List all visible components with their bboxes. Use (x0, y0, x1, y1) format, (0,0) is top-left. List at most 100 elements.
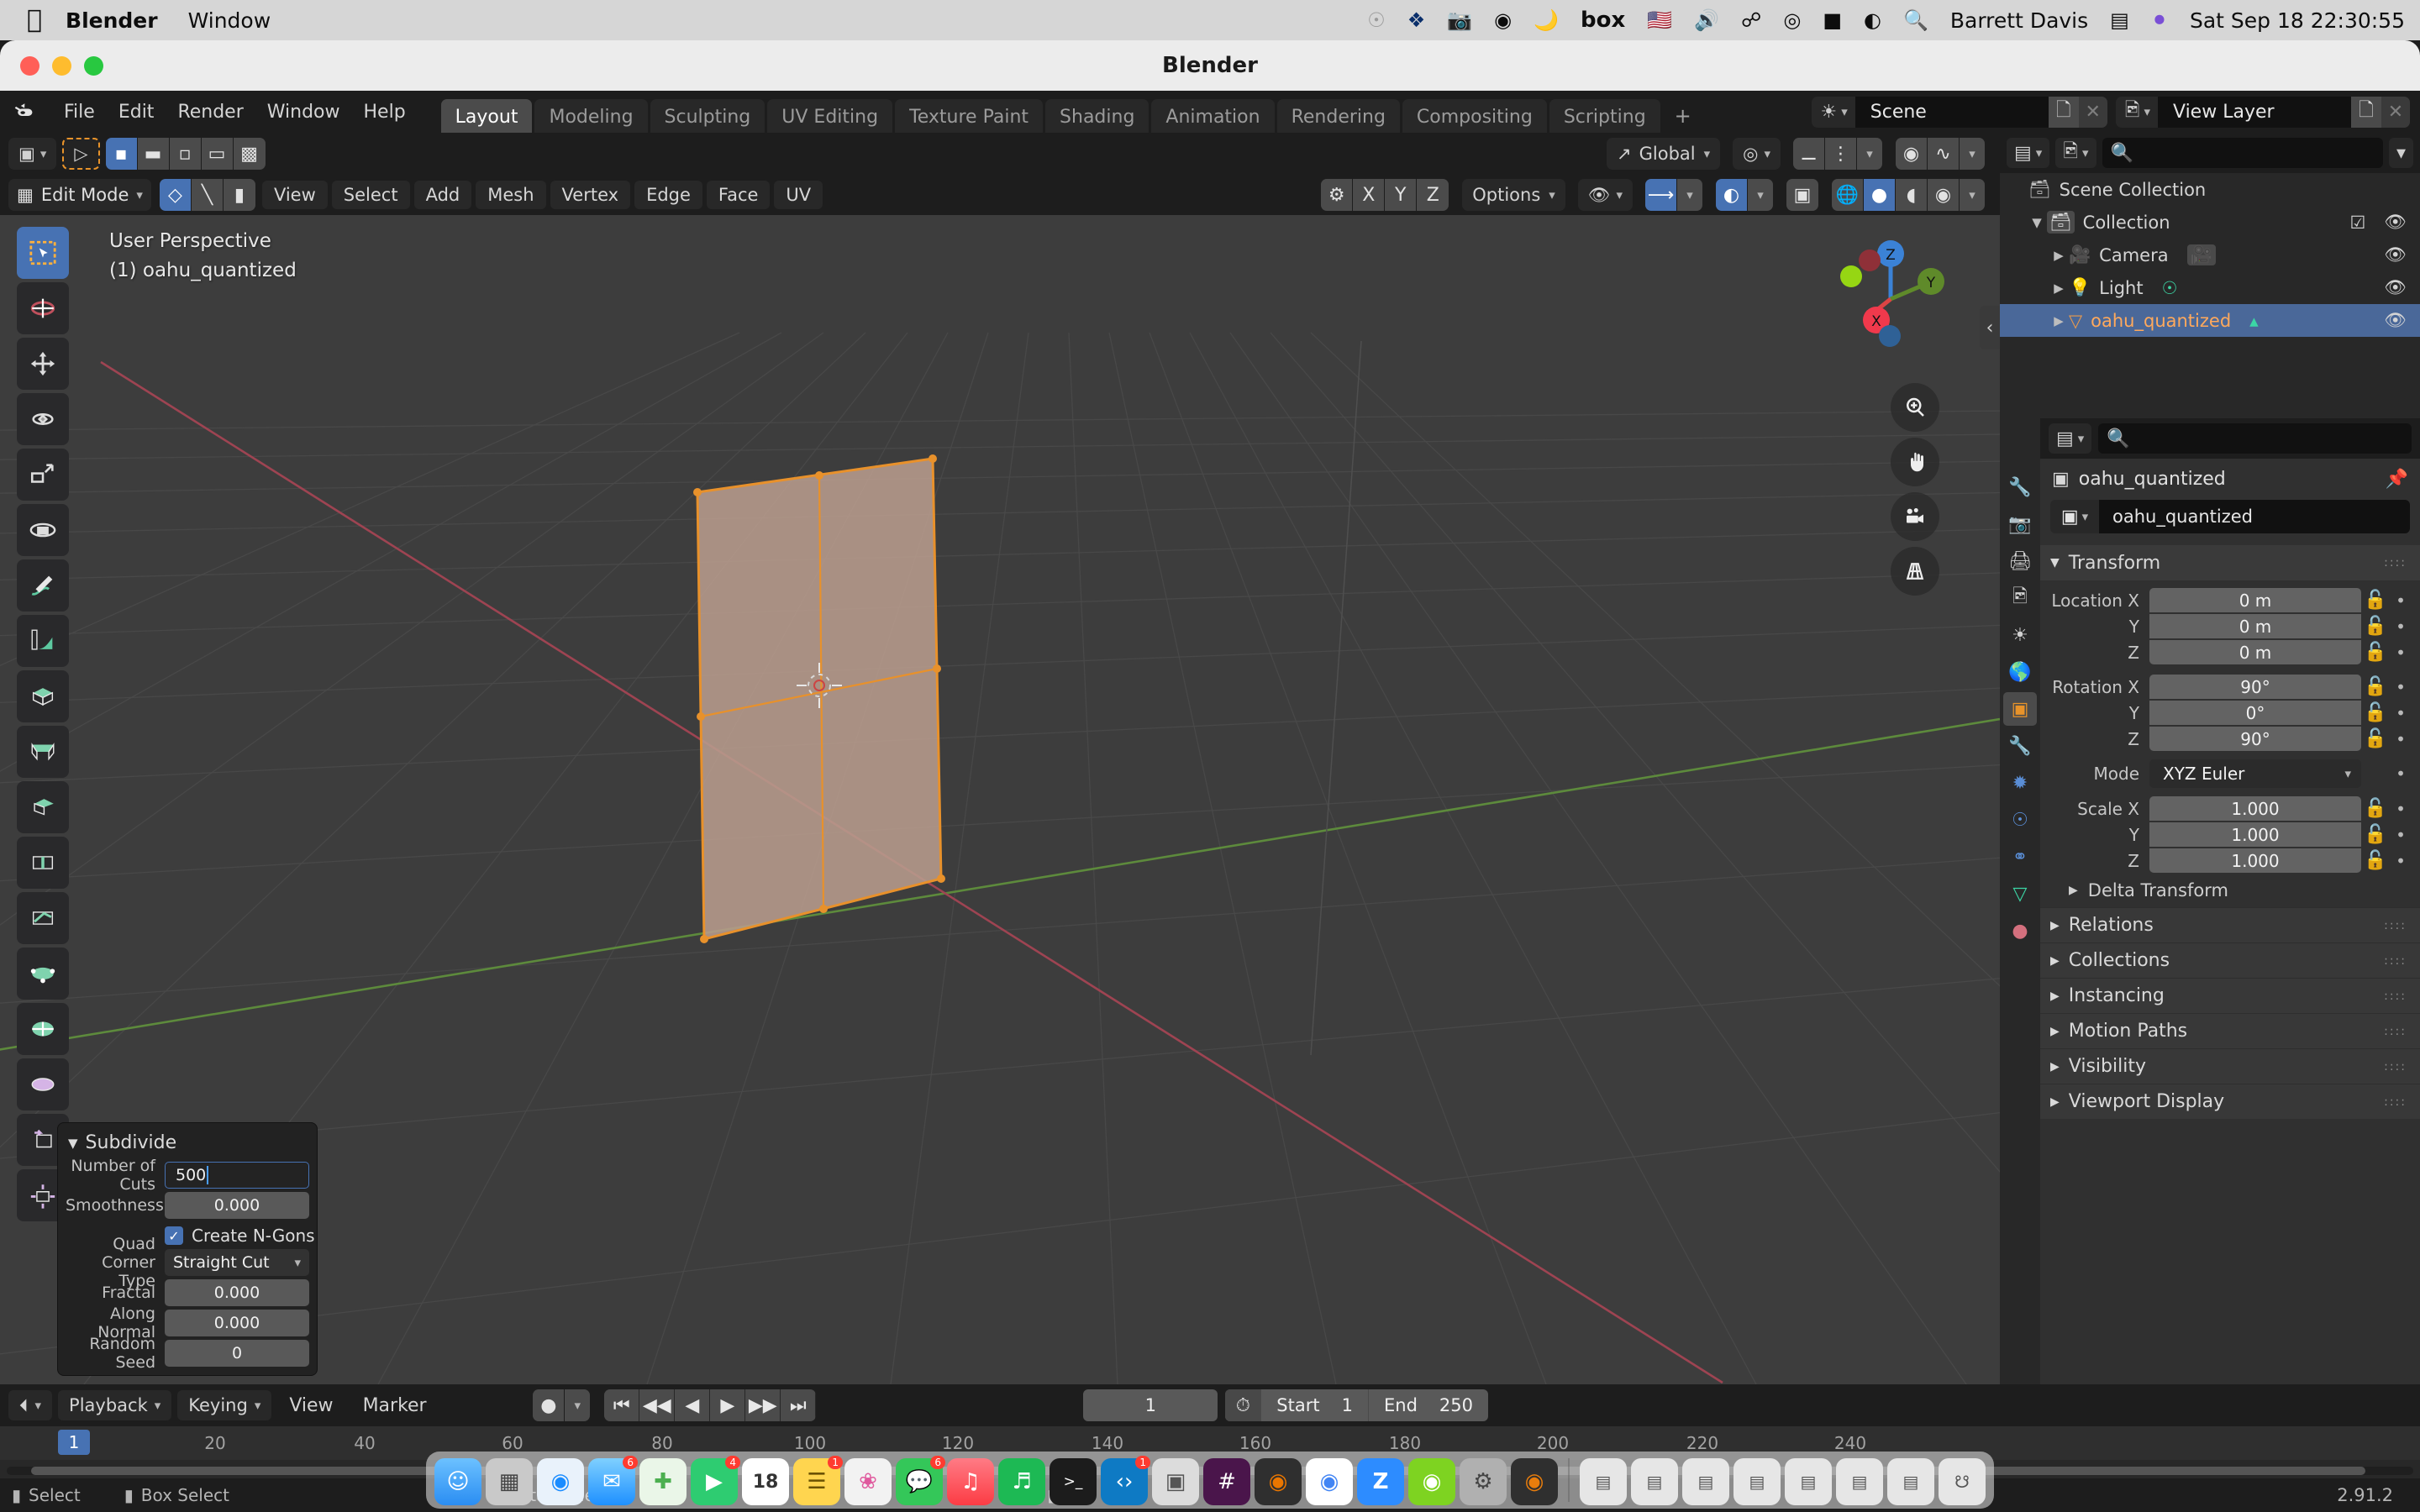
viewport-menu-select[interactable]: Select (331, 181, 410, 209)
eye-icon[interactable]: 👁 (2384, 277, 2407, 298)
navigation-gizmo[interactable]: Z Y X (1823, 232, 1958, 366)
pivot-point-button[interactable]: ◎ ▾ (1733, 138, 1781, 170)
menu-render[interactable]: Render (166, 97, 255, 127)
viewport-menu-vertex[interactable]: Vertex (550, 181, 631, 209)
perspective-toggle-icon[interactable] (1891, 547, 1939, 596)
object-datablock-icon[interactable]: ▣ ▾ (2050, 500, 2099, 533)
rotation-x-input[interactable]: 90° (2149, 675, 2361, 699)
smooth-icon[interactable] (17, 1058, 69, 1110)
constraints-icon[interactable]: ⚭ (2003, 840, 2037, 874)
dropbox-icon[interactable]: ☉ (1367, 10, 1386, 30)
annotate-icon[interactable] (17, 559, 69, 612)
tab-sculpting[interactable]: Sculpting (650, 99, 765, 133)
select-intersect-button[interactable]: ▩ (233, 138, 266, 170)
world-icon[interactable]: 🌎 (2003, 655, 2037, 689)
dock-trash[interactable]: ☋ (1939, 1458, 1986, 1505)
flag-icon[interactable]: 🇺🇸 (1647, 10, 1672, 30)
tab-compositing[interactable]: Compositing (1402, 99, 1547, 133)
modifier-icon[interactable]: 🔧 (2003, 729, 2037, 763)
along-normal-input[interactable]: 0.000 (165, 1310, 309, 1336)
pan-hand-icon[interactable] (1891, 438, 1939, 486)
transform-orientation-button[interactable]: ↗ Global ▾ (1607, 138, 1721, 170)
airdrop-icon[interactable]: ◎ (1783, 10, 1801, 30)
loop-cut-icon[interactable] (17, 837, 69, 889)
window-close-button[interactable] (20, 55, 39, 76)
eye-icon[interactable]: 👁 (2384, 244, 2407, 265)
outliner-row-light[interactable]: ▶ 💡 Light ☉ 👁 (2000, 271, 2420, 304)
next-keyframe-icon[interactable]: ▶▶ (745, 1389, 781, 1421)
dock-item-preview[interactable]: ▣ (1152, 1458, 1199, 1505)
viewport-display-panel-header[interactable]: ▶ Viewport Display :::: (2040, 1084, 2420, 1119)
viewport-menu-uv[interactable]: UV (774, 181, 823, 209)
keying-menu[interactable]: Keying ▾ (177, 1390, 272, 1420)
tab-uv-editing[interactable]: UV Editing (767, 99, 893, 133)
display-icon[interactable]: ◉ (1494, 10, 1512, 30)
prev-keyframe-icon[interactable]: ◀◀ (639, 1389, 676, 1421)
camera-view-icon[interactable] (1891, 492, 1939, 541)
drag-dots-icon[interactable]: :::: (2384, 1060, 2420, 1074)
falloff-dropdown-icon[interactable]: ▾ (1960, 138, 1985, 170)
end-frame-input[interactable]: End 250 (1367, 1389, 1488, 1421)
outliner-row-oahu-quantized[interactable]: ▶ ▽ oahu_quantized ▴ 👁 (2000, 304, 2420, 337)
drag-dots-icon[interactable]: :::: (2384, 556, 2420, 570)
disclosure-triangle-icon[interactable]: ▶ (2049, 248, 2069, 263)
disclosure-triangle-icon[interactable]: ▶ (2049, 281, 2069, 296)
backup-icon[interactable]: 📷 (1447, 10, 1472, 30)
viewport-menu-view[interactable]: View (261, 181, 328, 209)
remove-scene-icon[interactable]: ✕ (2078, 96, 2107, 128)
dock-recent-6[interactable]: ▤ (1836, 1458, 1883, 1505)
zoom-icon[interactable] (1891, 383, 1939, 432)
dock-item-safari[interactable]: ◉ (537, 1458, 584, 1505)
quad-corner-type-select[interactable]: Straight Cut ▾ (165, 1249, 309, 1276)
edge-select-icon[interactable]: ╲ (191, 179, 224, 211)
viewlayer-name[interactable]: View Layer (2158, 96, 2351, 128)
mac-clock[interactable]: Sat Sep 18 22:30:55 (2190, 8, 2405, 33)
animate-property-icon[interactable]: • (2390, 643, 2412, 663)
timeline-view-menu[interactable]: View (277, 1391, 345, 1420)
transform-icon[interactable] (17, 504, 69, 556)
tab-layout[interactable]: Layout (440, 99, 533, 133)
dock-recent-5[interactable]: ▤ (1785, 1458, 1832, 1505)
select-invert-button[interactable]: ▭ (201, 138, 234, 170)
dock-item-calendar[interactable]: 18 (742, 1458, 789, 1505)
dock-item-facetime[interactable]: ▶ 4 (691, 1456, 740, 1505)
tool-icon[interactable]: 🔧 (2003, 470, 2037, 504)
tab-rendering[interactable]: Rendering (1276, 99, 1400, 133)
jump-start-icon[interactable]: ⏮ (604, 1389, 640, 1421)
tab-animation[interactable]: Animation (1151, 99, 1275, 133)
outliner-display-mode-button[interactable]: 🖻 ▾ (2055, 138, 2096, 168)
show-hide-button[interactable]: 👁 ▾ (1577, 179, 1633, 211)
keying-dropdown-icon[interactable]: ▾ (565, 1389, 591, 1421)
rotation-mode-select[interactable]: XYZ Euler ▾ (2149, 759, 2361, 788)
data-icon[interactable]: ▽ (2003, 877, 2037, 911)
tab-scripting[interactable]: Scripting (1549, 99, 1660, 133)
select-extend-button[interactable]: ▬ (137, 138, 170, 170)
disclosure-triangle-icon[interactable]: ▼ (2027, 215, 2047, 230)
menu-edit[interactable]: Edit (107, 97, 166, 127)
scale-z-input[interactable]: 1.000 (2149, 848, 2361, 873)
rotate-icon[interactable] (17, 393, 69, 445)
current-frame-input[interactable]: 1 (1083, 1389, 1218, 1421)
proportional-editing-icon[interactable]: ◉ (1896, 138, 1928, 170)
scene-datablock[interactable]: ☀ ▾ Scene 🗋 ✕ (1811, 96, 2107, 128)
mac-active-app-name[interactable]: Blender (66, 8, 158, 33)
outliner-row-collection[interactable]: ▼ 🗃 Collection ☑ 👁 (2000, 206, 2420, 239)
location-x-input[interactable]: 0 m (2149, 588, 2361, 612)
material-icon[interactable]: ● (2003, 914, 2037, 948)
blender-logo-icon[interactable] (12, 99, 37, 124)
create-ngons-row[interactable]: ✓ Create N-Gons (165, 1222, 317, 1249)
new-viewlayer-icon[interactable]: 🗋 (2351, 96, 2381, 128)
particles-icon[interactable]: ✹ (2003, 766, 2037, 800)
menu-window[interactable]: Window (255, 97, 352, 127)
battery-icon[interactable]: ■ (1823, 10, 1842, 30)
eye-icon[interactable]: 👁 (2384, 310, 2407, 331)
outliner-search-input[interactable]: 🔍 (2102, 138, 2383, 168)
play-reverse-icon[interactable]: ◀ (675, 1389, 711, 1421)
spin-icon[interactable] (17, 1003, 69, 1055)
mesh-data-icon[interactable]: ▴ (2249, 311, 2259, 331)
create-ngons-checkbox[interactable]: ✓ (165, 1226, 183, 1245)
animate-property-icon[interactable]: • (2390, 729, 2412, 749)
dock-item-chrome[interactable]: ◉ (1306, 1458, 1353, 1505)
properties-search-input[interactable]: 🔍 (2098, 423, 2412, 454)
number-of-cuts-input[interactable]: 500 (165, 1162, 309, 1189)
